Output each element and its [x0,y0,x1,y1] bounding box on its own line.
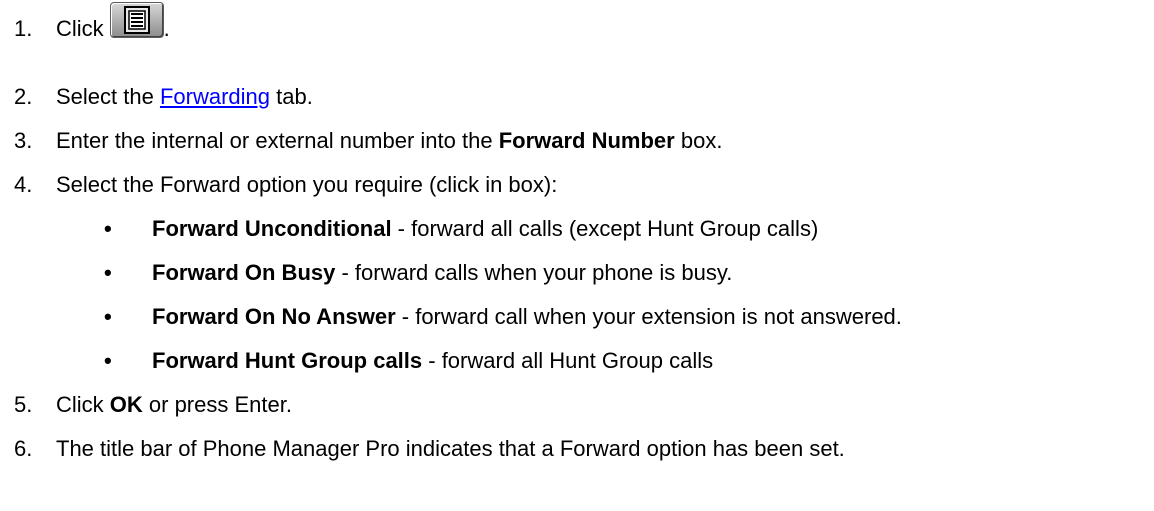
option-description: - forward calls when your phone is busy. [335,260,733,285]
option-description: - forward all calls (except Hunt Group c… [391,216,819,241]
bullet: • [104,216,112,241]
step-number: 4. [14,172,33,197]
option-forward-on-no-answer: • Forward On No Answer - forward call whe… [104,304,902,330]
option-name: Forward On Busy [152,260,336,285]
option-forward-on-busy: • Forward On Busy - forward calls when yo… [104,260,732,286]
option-name: Forward Hunt Group calls [152,348,423,373]
step-3: 3. Enter the internal or external number … [14,128,722,154]
step-suffix: or press Enter. [142,392,292,417]
option-forward-hunt-group-calls: • Forward Hunt Group calls - forward all … [104,348,713,374]
bullet: • [104,304,112,329]
option-name: Forward Unconditional [152,216,392,241]
step-text: Select the Forward option you require (c… [56,172,558,197]
step-1: 1. Click . [14,2,170,51]
step-text: Enter the internal or external number in… [56,128,499,153]
option-forward-unconditional: • Forward Unconditional - forward all cal… [104,216,818,242]
option-description: - forward all Hunt Group calls [422,348,714,373]
option-description: - forward call when your extension is no… [395,304,902,329]
step-text: Click [56,392,110,417]
step-suffix: tab. [270,84,313,109]
bullet: • [104,260,112,285]
directory-list-icon[interactable] [109,2,164,38]
step-text: The title bar of Phone Manager Pro indic… [56,436,845,461]
step-text: Select the [56,84,160,109]
step-number: 6. [14,436,33,461]
step-bold: Forward Number [498,128,675,153]
step-6: 6. The title bar of Phone Manager Pro ind… [14,436,845,462]
option-name: Forward On No Answer [152,304,396,329]
step-5: 5. Click OK or press Enter. [14,392,292,418]
bullet: • [104,348,112,373]
step-bold: OK [109,392,143,417]
step-2: 2. Select the Forwarding tab. [14,84,313,110]
step-number: 3. [14,128,33,153]
step-suffix: . [163,16,170,41]
step-number: 1. [14,16,33,41]
step-4: 4. Select the Forward option you require … [14,172,557,198]
step-number: 2. [14,84,33,109]
forwarding-tab-link[interactable]: Forwarding [160,84,270,109]
step-suffix: box. [674,128,723,153]
step-number: 5. [14,392,33,417]
step-text: Click [56,16,104,41]
